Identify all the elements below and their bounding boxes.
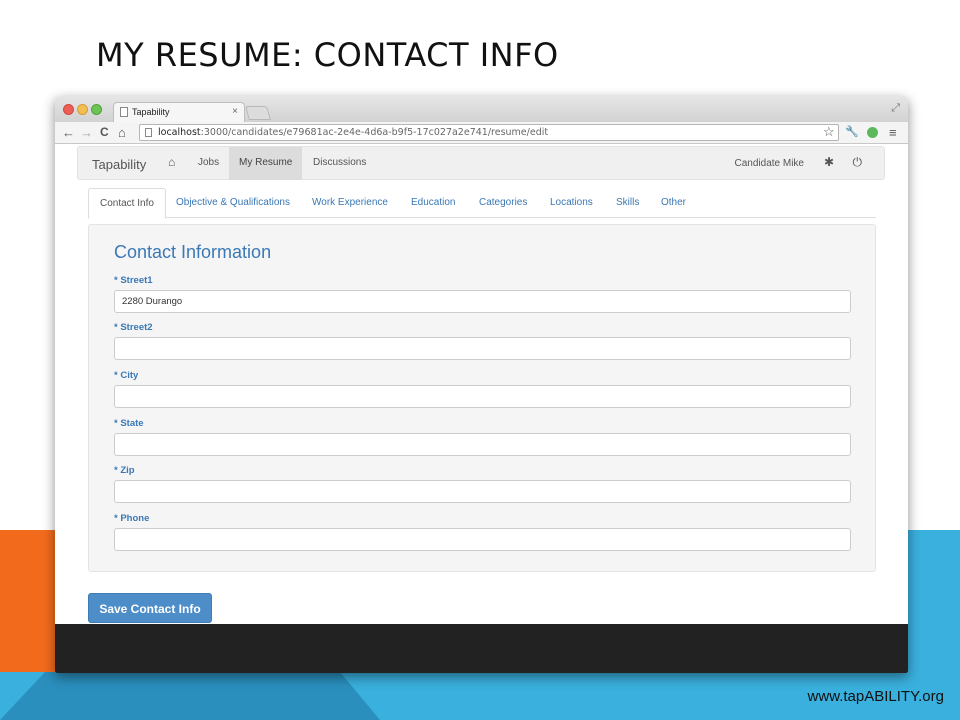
street2-input[interactable] [114, 337, 851, 360]
page-icon [120, 107, 128, 117]
phone-input[interactable] [114, 528, 851, 551]
street1-label: * Street1 [114, 275, 153, 286]
menu-icon[interactable]: ≡ [889, 125, 897, 140]
new-tab-button[interactable] [245, 106, 271, 120]
minimize-window-icon[interactable] [77, 104, 88, 115]
zip-label: * Zip [114, 465, 135, 476]
slide: MY RESUME: CONTACT INFO Tapability × ⤢ ←… [0, 0, 960, 720]
browser-tab-title: Tapability [132, 107, 170, 117]
nav-item-jobs[interactable]: Jobs [188, 147, 229, 180]
url-host: localhost [158, 127, 201, 138]
tab-contact-info[interactable]: Contact Info [88, 188, 166, 219]
wrench-icon[interactable]: 🔧 [845, 125, 859, 140]
brand-link[interactable]: Tapability [92, 157, 146, 172]
tab-education[interactable]: Education [400, 188, 466, 218]
street2-label: * Street2 [114, 322, 153, 333]
contact-form-panel: Contact Information * Street1 2280 Duran… [88, 224, 876, 572]
street1-input[interactable]: 2280 Durango [114, 290, 851, 313]
state-label: * State [114, 418, 144, 429]
app-navbar: Tapability ⌂ Jobs My Resume Discussions … [77, 146, 885, 180]
browser-tab[interactable]: Tapability × [113, 102, 245, 122]
url-path: :3000/candidates/e79681ac-2e4e-4d6a-b9f5… [200, 127, 549, 138]
browser-window: Tapability × ⤢ ← → C ⌂ localhost:3000/ca… [55, 96, 908, 673]
blue-accent-dark-shape [0, 672, 380, 720]
tab-categories[interactable]: Categories [468, 188, 538, 218]
slide-title: MY RESUME: CONTACT INFO [96, 36, 559, 74]
gear-icon[interactable]: ✱ [824, 155, 834, 169]
forward-arrow-icon[interactable]: → [80, 125, 93, 140]
fullscreen-icon[interactable]: ⤢ [891, 102, 900, 115]
page-footer [55, 624, 908, 673]
home-icon[interactable]: ⌂ [118, 125, 126, 140]
zip-input[interactable] [114, 480, 851, 503]
maximize-window-icon[interactable] [91, 104, 102, 115]
address-bar[interactable]: localhost:3000/candidates/e79681ac-2e4e-… [139, 124, 839, 141]
tab-skills[interactable]: Skills [605, 188, 650, 218]
bookmark-star-icon[interactable]: ☆ [823, 124, 835, 139]
form-title: Contact Information [114, 242, 272, 262]
reload-icon[interactable]: C [100, 125, 109, 140]
web-page: Tapability ⌂ Jobs My Resume Discussions … [55, 144, 908, 673]
close-window-icon[interactable] [63, 104, 74, 115]
state-input[interactable] [114, 433, 851, 456]
page-icon [145, 128, 152, 137]
back-arrow-icon[interactable]: ← [62, 125, 75, 140]
home-icon[interactable]: ⌂ [168, 155, 175, 169]
phone-label: * Phone [114, 513, 150, 524]
footer-url: www.tapABILITY.org [807, 688, 944, 705]
tab-locations[interactable]: Locations [539, 188, 604, 218]
city-input[interactable] [114, 385, 851, 408]
tab-work-experience[interactable]: Work Experience [301, 188, 399, 218]
nav-item-discussions[interactable]: Discussions [303, 147, 376, 180]
power-icon[interactable]: ⏻ [853, 155, 863, 170]
tab-other[interactable]: Other [650, 188, 697, 218]
nav-item-my-resume[interactable]: My Resume [229, 147, 303, 180]
browser-titlebar: Tapability × ⤢ [55, 96, 908, 122]
tab-objective-qualifications[interactable]: Objective & Qualifications [165, 188, 301, 218]
save-contact-info-button[interactable]: Save Contact Info [88, 593, 212, 623]
user-menu[interactable]: Candidate Mike [735, 158, 804, 169]
tab-close-icon[interactable]: × [232, 106, 238, 117]
extension-icon[interactable] [867, 127, 878, 138]
browser-toolbar: ← → C ⌂ localhost:3000/candidates/e79681… [55, 122, 908, 144]
city-label: * City [114, 370, 139, 381]
resume-tabs: Contact Info Objective & Qualifications … [88, 188, 876, 219]
